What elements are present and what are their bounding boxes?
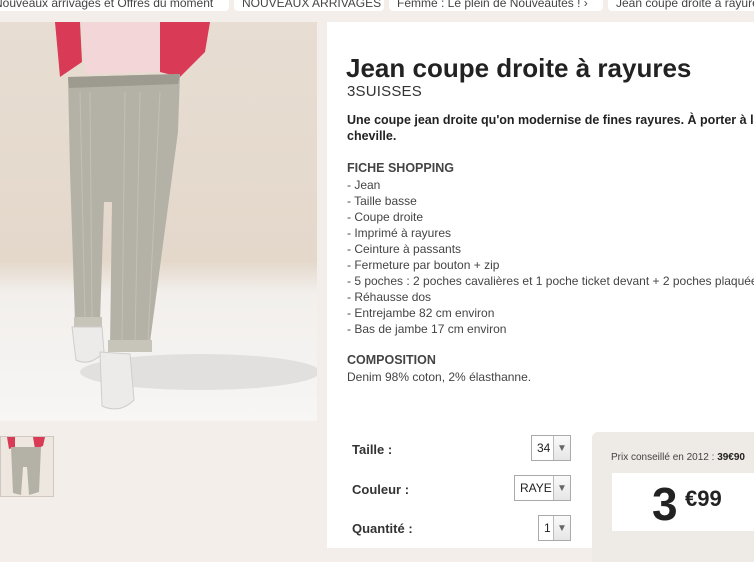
price-main: 3 bbox=[652, 478, 678, 530]
thumbnail-image[interactable] bbox=[0, 436, 54, 497]
list-item: - Coupe droite bbox=[347, 210, 424, 224]
chevron-down-icon: ▼ bbox=[553, 436, 570, 460]
price-cents: €99 bbox=[685, 486, 722, 511]
product-brand: 3SUISSES bbox=[347, 83, 422, 100]
list-item: - Fermeture par bouton + zip bbox=[347, 258, 500, 272]
breadcrumb-item-nouveaux-arrivages[interactable]: NOUVEAUX ARRIVAGES bbox=[234, 0, 384, 11]
chevron-down-icon: ▼ bbox=[553, 516, 570, 540]
breadcrumb-item-femme[interactable]: Femme : Le plein de Nouveautés ! › bbox=[389, 0, 603, 11]
prix-conseille-value: 39€90 bbox=[717, 452, 745, 463]
list-item: - Bas de jambe 17 cm environ bbox=[347, 322, 507, 336]
list-item: - Taille basse bbox=[347, 194, 417, 208]
taille-select[interactable]: 34 ▼ bbox=[531, 435, 571, 461]
taille-value: 34 bbox=[537, 441, 551, 455]
product-image[interactable] bbox=[0, 22, 317, 421]
couleur-select[interactable]: RAYE ▼ bbox=[514, 475, 571, 501]
product-details-panel: Jean coupe droite à rayures 3SUISSES Une… bbox=[327, 22, 754, 562]
list-item: - Jean bbox=[347, 178, 381, 192]
quantite-select[interactable]: 1 ▼ bbox=[538, 515, 571, 541]
product-intro: Une coupe jean droite qu'on modernise de… bbox=[347, 113, 754, 143]
thumbnail-strip bbox=[0, 421, 317, 548]
list-item: - 5 poches : 2 poches cavalières et 1 po… bbox=[347, 274, 754, 288]
couleur-value: RAYE bbox=[520, 481, 552, 495]
price-box: Prix conseillé en 2012 : 39€90 3 €99 bbox=[592, 432, 754, 562]
list-item: - Réhausse dos bbox=[347, 290, 432, 304]
product-title: Jean coupe droite à rayures bbox=[346, 53, 692, 83]
couleur-label: Couleur : bbox=[352, 482, 410, 497]
quantite-value: 1 bbox=[544, 521, 551, 535]
fiche-shopping-list: - Jean - Taille basse - Coupe droite - I… bbox=[347, 177, 754, 337]
price-display: 3 €99 bbox=[612, 473, 754, 531]
composition-heading: COMPOSITION bbox=[347, 353, 436, 367]
breadcrumb: Nouveaux arrivages et Offres du moment N… bbox=[0, 0, 754, 22]
prix-conseille-label: Prix conseillé en 2012 : bbox=[611, 452, 715, 463]
list-item: - Imprimé à rayures bbox=[347, 226, 452, 240]
breadcrumb-item-offres[interactable]: Nouveaux arrivages et Offres du moment bbox=[0, 0, 229, 11]
list-item: - Entrejambe 82 cm environ bbox=[347, 306, 495, 320]
taille-label: Taille : bbox=[352, 442, 393, 457]
list-item: - Ceinture à passants bbox=[347, 242, 462, 256]
composition-text: Denim 98% coton, 2% élasthanne. bbox=[347, 370, 532, 384]
chevron-down-icon: ▼ bbox=[553, 476, 570, 500]
fiche-shopping-heading: FICHE SHOPPING bbox=[347, 161, 454, 175]
prix-conseille: Prix conseillé en 2012 : 39€90 bbox=[611, 452, 745, 463]
quantite-label: Quantité : bbox=[352, 521, 413, 536]
breadcrumb-item-current: Jean coupe droite à rayures bbox=[608, 0, 754, 11]
